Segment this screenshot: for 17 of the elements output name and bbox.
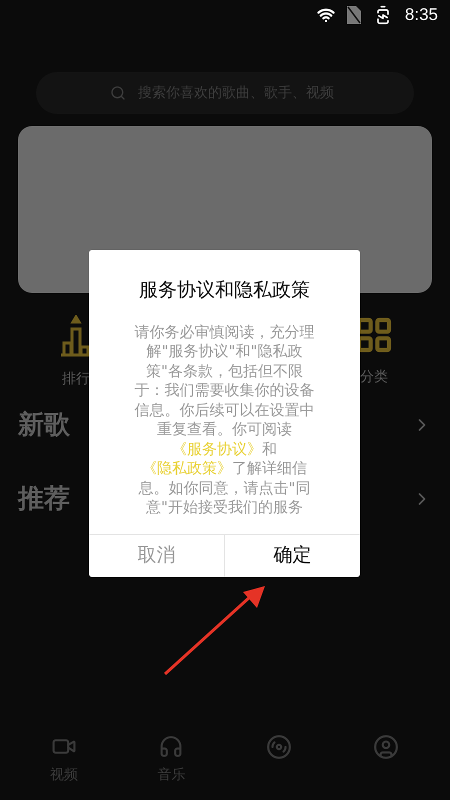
no-sim-icon — [346, 6, 361, 24]
section-title: 推荐 — [18, 482, 70, 516]
wifi-icon — [316, 6, 335, 24]
shortcut-label[interactable]: 排行 — [62, 369, 90, 390]
search-icon — [110, 85, 126, 101]
cancel-button[interactable]: 取消 — [89, 534, 225, 576]
policy-link[interactable]: 《隐私政策》 — [142, 459, 232, 477]
headphones-icon — [158, 734, 184, 759]
disc-icon — [266, 734, 292, 760]
dialog-message: 请你务必审慎阅读，充分理解"服务协议"和"隐私政策"各条款，包括但不限于：我们需要收集你的设备信息。你后续可以在设置中重复查看。你可阅读 《服务协议》和 《隐私政策》了解详细信息。如你同意，请点击"同意"开始接受我们的服务 — [134, 322, 316, 518]
shortcut-label[interactable]: 分类 — [360, 367, 388, 388]
status-time: 8:35 — [404, 4, 438, 26]
dialog-title: 服务协议和隐私政策 — [138, 278, 311, 303]
policy-link[interactable]: 《服务协议》 — [172, 440, 262, 458]
section-title: 新歌 — [18, 408, 70, 442]
profile-icon — [373, 734, 400, 760]
confirm-button[interactable]: 确定 — [225, 534, 360, 576]
